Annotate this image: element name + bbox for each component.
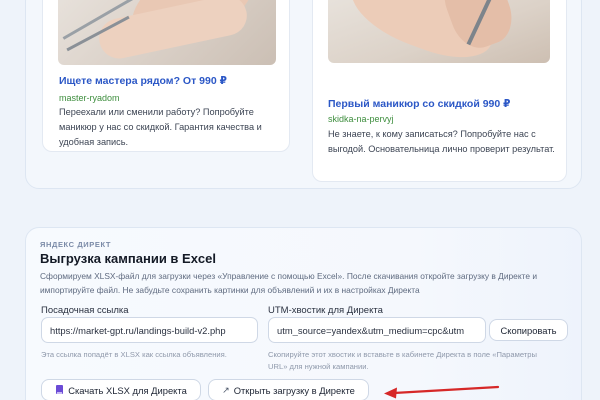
open-direct-upload-button[interactable]: ↗ Открыть загрузку в Директе	[208, 379, 369, 400]
ad-title[interactable]: Первый маникюр со скидкой 990 ₽	[328, 98, 510, 110]
section-eyebrow: ЯНДЕКС ДИРЕКТ	[40, 240, 112, 249]
landing-url-hint: Эта ссылка попадёт в XLSX как ссылка объ…	[41, 350, 227, 359]
file-icon	[55, 385, 64, 395]
ad-domain: master-ryadom	[59, 93, 120, 103]
panel-title: Выгрузка кампании в Excel	[40, 251, 217, 266]
ad-title[interactable]: Ищете мастера рядом? От 990 ₽	[59, 75, 227, 87]
utm-label: UTM-хвостик для Директа	[268, 305, 383, 316]
ad-domain: skidka-na-pervyj	[328, 114, 394, 124]
ad-image	[328, 0, 550, 63]
external-link-icon: ↗	[222, 384, 230, 395]
utm-input[interactable]	[268, 317, 486, 343]
ad-card: Ищете мастера рядом? От 990 ₽ master-rya…	[42, 0, 290, 152]
ad-text: Не знаете, к кому записаться? Попробуйте…	[328, 129, 555, 154]
ad-text: Переехали или сменили работу? Попробуйте…	[59, 107, 262, 147]
download-xlsx-button[interactable]: Скачать XLSX для Директа	[41, 379, 201, 400]
landing-url-input[interactable]	[41, 317, 258, 343]
landing-url-label: Посадочная ссылка	[41, 305, 129, 316]
copy-button[interactable]: Скопировать	[489, 319, 568, 341]
utm-hint: Скопируйте этот хвостик и вставьте в каб…	[268, 350, 537, 371]
annotation-arrow-icon	[384, 385, 500, 399]
open-direct-upload-label: Открыть загрузку в Директе	[233, 384, 355, 396]
panel-description: Сформируем XLSX-файл для загрузки через …	[40, 271, 537, 295]
ad-card: Первый маникюр со скидкой 990 ₽ skidka-n…	[312, 0, 567, 182]
ad-image	[58, 0, 276, 65]
download-xlsx-label: Скачать XLSX для Директа	[68, 384, 187, 396]
